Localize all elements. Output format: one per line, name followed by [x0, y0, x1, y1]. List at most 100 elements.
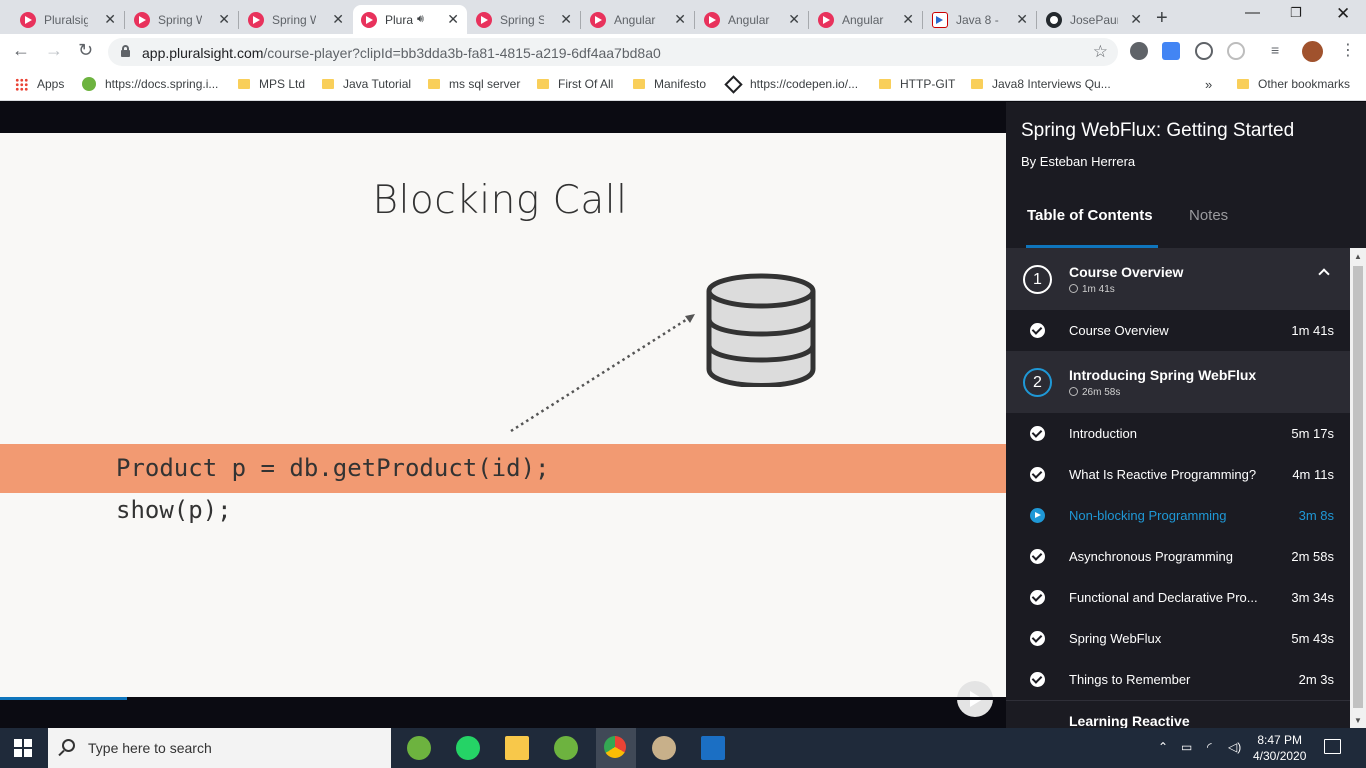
module-number: 2 [1023, 368, 1052, 397]
clip-title: Course Overview [1069, 323, 1169, 338]
browser-tab[interactable]: Java 8 - C ✕ [924, 5, 1036, 34]
pluralsight-icon [20, 11, 36, 28]
clip-item[interactable]: Asynchronous Programming 2m 58s [1006, 536, 1350, 577]
checkmark-icon [1030, 549, 1045, 564]
address-url[interactable]: app.pluralsight.com/course-player?clipId… [142, 45, 661, 61]
kebab-menu-icon[interactable]: ⋮ [1340, 40, 1358, 59]
close-tab-icon[interactable]: ✕ [1130, 11, 1142, 28]
tab-table-of-contents[interactable]: Table of Contents [1027, 207, 1153, 224]
browser-tab[interactable]: Spring We ✕ [126, 5, 238, 34]
clip-duration: 5m 17s [1291, 426, 1334, 441]
other-bookmarks-folder[interactable]: Other bookmarks [1237, 77, 1350, 91]
spring-tool-suite-icon[interactable] [554, 736, 578, 760]
collapse-chevron-icon[interactable] [1318, 268, 1330, 280]
browser-tab[interactable]: JosePaun ✕ [1038, 5, 1150, 34]
scrollbar-thumb[interactable] [1353, 266, 1363, 708]
clip-item[interactable]: What Is Reactive Programming? 4m 11s [1006, 454, 1350, 495]
browser-tab[interactable]: Spring Se ✕ [468, 5, 580, 34]
paint-icon[interactable] [652, 736, 676, 760]
browser-tab[interactable]: Angular F ✕ [696, 5, 808, 34]
bookmark-item[interactable]: Manifesto [633, 77, 706, 91]
dotted-arrow [510, 314, 695, 433]
close-tab-icon[interactable]: ✕ [447, 11, 459, 28]
module-header[interactable]: Learning Reactive [1006, 701, 1350, 728]
close-tab-icon[interactable]: ✕ [1016, 11, 1028, 28]
video-progress-bar[interactable] [0, 697, 1006, 700]
media-control-icon[interactable]: ≡ [1271, 42, 1289, 60]
close-tab-icon[interactable]: ✕ [788, 11, 800, 28]
browser-tab[interactable]: Spring We ✕ [240, 5, 352, 34]
extension-icon[interactable] [1227, 42, 1245, 60]
taskbar-search[interactable]: Type here to search [48, 728, 391, 768]
browser-tab-active[interactable]: Plura 🔊︎ ✕ [353, 5, 467, 34]
notifications-icon[interactable] [1324, 739, 1341, 754]
show-hidden-icons-icon[interactable]: ⌃ [1158, 740, 1168, 754]
browser-tab[interactable]: Pluralsigh ✕ [12, 5, 124, 34]
tab-notes[interactable]: Notes [1189, 207, 1228, 224]
restore-window-icon[interactable]: ❐ [1290, 5, 1302, 21]
clip-item[interactable]: Spring WebFlux 5m 43s [1006, 618, 1350, 659]
module-title: Course Overview [1069, 264, 1184, 280]
close-tab-icon[interactable]: ✕ [218, 11, 230, 28]
bookmark-item[interactable]: Java Tutorial [322, 77, 411, 91]
wifi-icon[interactable]: ◜ [1207, 740, 1212, 754]
close-window-icon[interactable]: ✕ [1336, 4, 1350, 24]
clip-title: Things to Remember [1069, 672, 1191, 687]
bookmark-item[interactable]: ms sql server [428, 77, 520, 91]
close-tab-icon[interactable]: ✕ [674, 11, 686, 28]
bookmark-item[interactable]: https://codepen.io/... [724, 74, 858, 94]
whatsapp-icon[interactable] [456, 736, 480, 760]
video-player[interactable]: Blocking Call Product p = db.getProduct(… [0, 102, 1006, 728]
browser-toolbar: ← → ↻ app.pluralsight.com/course-player?… [0, 34, 1366, 69]
checkmark-icon [1030, 426, 1045, 441]
clip-title: Introduction [1069, 426, 1137, 441]
clip-duration: 4m 11s [1292, 467, 1334, 482]
close-tab-icon[interactable]: ✕ [332, 11, 344, 28]
browser-tab[interactable]: Angular F ✕ [810, 5, 922, 34]
translate-extension-icon[interactable] [1162, 42, 1180, 60]
module-header[interactable]: 1 Course Overview 1m 41s [1006, 248, 1350, 310]
minimize-window-icon[interactable]: — [1245, 4, 1260, 21]
clip-duration: 2m 58s [1291, 549, 1334, 564]
close-tab-icon[interactable]: ✕ [902, 11, 914, 28]
clip-item[interactable]: Introduction 5m 17s [1006, 413, 1350, 454]
windows-start-icon[interactable] [14, 739, 32, 757]
battery-icon[interactable]: ▭ [1181, 740, 1192, 754]
bookmark-item[interactable]: First Of All [537, 77, 613, 91]
scroll-down-arrow-icon[interactable]: ▼ [1354, 716, 1362, 725]
chrome-icon[interactable] [604, 736, 626, 758]
new-tab-icon[interactable]: + [1156, 7, 1168, 30]
folder-icon [238, 79, 250, 89]
bookmark-star-icon[interactable]: ☆ [1093, 42, 1108, 62]
audio-playing-icon[interactable]: 🔊︎ [417, 13, 424, 26]
clip-duration: 3m 8s [1298, 508, 1334, 523]
close-tab-icon[interactable]: ✕ [560, 11, 572, 28]
profile-avatar[interactable] [1302, 41, 1323, 62]
taskbar-clock[interactable]: 8:47 PM 4/30/2020 [1253, 732, 1306, 764]
photos-icon[interactable] [701, 736, 725, 760]
clip-item[interactable]: Functional and Declarative Pro... 3m 34s [1006, 577, 1350, 618]
module-header[interactable]: 2 Introducing Spring WebFlux 26m 58s [1006, 351, 1350, 413]
bookmark-apps[interactable]: Apps [15, 77, 64, 91]
clip-item[interactable]: Course Overview 1m 41s [1006, 310, 1350, 351]
extension-icon[interactable] [1130, 42, 1148, 60]
bookmark-item[interactable]: https://docs.spring.i... [82, 77, 218, 91]
back-icon[interactable]: ← [12, 40, 30, 61]
extension-icon[interactable] [1195, 42, 1213, 60]
scroll-up-arrow-icon[interactable]: ▲ [1354, 252, 1362, 261]
clip-item-playing[interactable]: Non-blocking Programming 3m 8s [1006, 495, 1350, 536]
file-explorer-icon[interactable] [505, 736, 529, 760]
address-bar[interactable]: app.pluralsight.com/course-player?clipId… [108, 38, 1118, 66]
more-bookmarks-button[interactable]: » [1205, 77, 1212, 92]
clip-item[interactable]: Things to Remember 2m 3s [1006, 659, 1350, 700]
bookmark-item[interactable]: HTTP-GIT [879, 77, 955, 91]
volume-icon[interactable]: ◁) [1228, 740, 1241, 754]
spring-tool-suite-icon[interactable] [407, 736, 431, 760]
close-tab-icon[interactable]: ✕ [104, 11, 116, 28]
bookmark-item[interactable]: MPS Ltd [238, 77, 305, 91]
reload-icon[interactable]: ↻ [78, 40, 93, 61]
sidebar-scrollbar[interactable]: ▲ ▼ [1350, 248, 1366, 728]
bookmark-item[interactable]: Java8 Interviews Qu... [971, 77, 1111, 91]
forward-icon[interactable]: → [45, 40, 63, 61]
browser-tab[interactable]: Angular C ✕ [582, 5, 694, 34]
